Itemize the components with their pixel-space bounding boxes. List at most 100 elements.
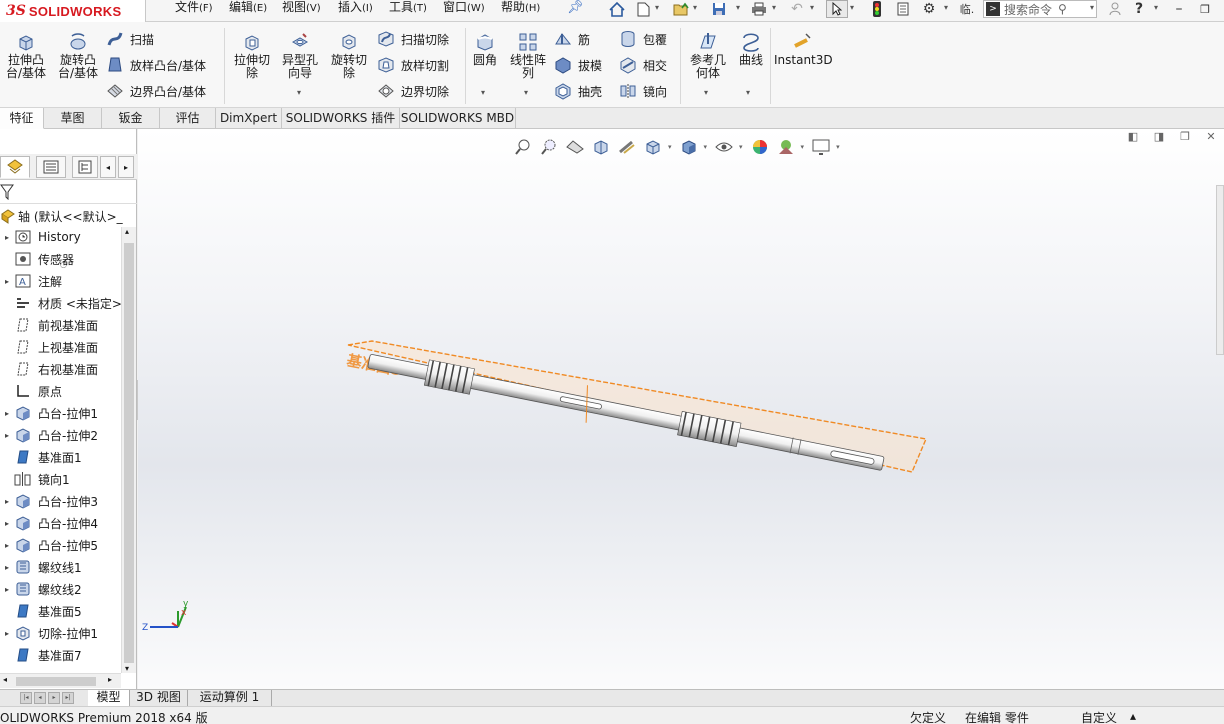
shell-button[interactable]: 抽壳 <box>554 80 602 102</box>
tab-model[interactable]: 模型 <box>88 690 130 706</box>
shaft-model[interactable] <box>365 342 886 481</box>
expand-arrow-icon[interactable]: ▸ <box>0 519 14 528</box>
draft-button[interactable]: 拔模 <box>554 54 602 76</box>
tree-root-part[interactable]: 轴 (默认<<默认>_ <box>0 206 137 226</box>
tree-item[interactable]: ▸ 螺纹线2 <box>0 579 122 599</box>
tab-evaluate[interactable]: 评估 <box>160 108 216 129</box>
tree-item[interactable]: ▸ History <box>0 227 122 247</box>
select-arrow-icon[interactable] <box>826 0 848 18</box>
wrap-button[interactable]: 包覆 <box>619 28 667 50</box>
search-dropdown-icon[interactable]: ▾ <box>1090 3 1094 12</box>
expand-arrow-icon[interactable]: ▸ <box>0 585 14 594</box>
pin-menu-icon[interactable]: 📌︎ <box>567 0 584 15</box>
file-properties-icon[interactable] <box>892 0 914 18</box>
prev-tab-icon[interactable]: ◂ <box>34 692 46 704</box>
tree-item[interactable]: 原点 <box>0 381 122 401</box>
revolve-boss-button[interactable]: 旋转凸 台/基体 <box>56 32 100 80</box>
open-dropdown-icon[interactable]: ▾ <box>693 3 697 12</box>
tree-item[interactable]: ▸ 凸台-拉伸4 <box>0 513 122 533</box>
tree-item[interactable]: 右视基准面 <box>0 359 122 379</box>
menu-window[interactable]: 窗口(W) <box>443 0 485 20</box>
tab-sheet-metal[interactable]: 钣金 <box>102 108 160 129</box>
units-dropdown-icon[interactable]: ▴ <box>1130 709 1136 723</box>
rebuild-traffic-light-icon[interactable] <box>866 0 888 18</box>
tree-item[interactable]: ▸ 凸台-拉伸1 <box>0 403 122 423</box>
last-tab-icon[interactable]: ▸| <box>62 692 74 704</box>
expand-arrow-icon[interactable]: ▸ <box>0 497 14 506</box>
loft-boss-button[interactable]: 放样凸台/基体 <box>106 54 206 76</box>
tab-3d-views[interactable]: 3D 视图 <box>130 690 188 706</box>
ref-geometry-dropdown-icon[interactable]: ▾ <box>704 88 708 97</box>
boundary-cut-button[interactable]: 边界切除 <box>377 80 449 102</box>
tab-features[interactable]: 特征 <box>0 108 44 129</box>
expand-arrow-icon[interactable]: ▸ <box>0 563 14 572</box>
tab-dimxpert[interactable]: DimXpert <box>216 108 282 129</box>
tree-item[interactable]: ▸ 切除-拉伸1 <box>0 623 122 643</box>
tree-item[interactable]: 基准面1 <box>0 447 122 467</box>
status-units[interactable]: 自定义 <box>1081 709 1117 724</box>
propertymanager-tab[interactable] <box>36 156 66 178</box>
pattern-dropdown-icon[interactable]: ▾ <box>524 88 528 97</box>
expand-arrow-icon[interactable]: ▸ <box>0 431 14 440</box>
intersect-button[interactable]: 相交 <box>619 54 667 76</box>
menu-tools[interactable]: 工具(T) <box>389 0 427 20</box>
tree-filter[interactable] <box>0 180 137 204</box>
fillet-button[interactable]: 圆角 <box>468 32 502 67</box>
extrude-cut-button[interactable]: 拉伸切 除 <box>230 32 274 80</box>
help-dropdown-icon[interactable]: ▾ <box>1154 3 1158 12</box>
swept-cut-button[interactable]: 扫描切除 <box>377 28 449 50</box>
options-dropdown-icon[interactable]: ▾ <box>944 3 948 12</box>
undo-icon[interactable]: ↶ <box>786 0 808 18</box>
open-document-icon[interactable] <box>670 0 692 18</box>
next-tab-icon[interactable]: ▸ <box>48 692 60 704</box>
linear-pattern-button[interactable]: 线性阵 列 <box>506 32 550 80</box>
tree-item[interactable]: ▸ 凸台-拉伸2 <box>0 425 122 445</box>
extrude-boss-button[interactable]: 拉伸凸 台/基体 <box>4 32 48 80</box>
first-tab-icon[interactable]: |◂ <box>20 692 32 704</box>
home-icon[interactable] <box>606 0 628 18</box>
tab-solidworks-addins[interactable]: SOLIDWORKS 插件 <box>282 108 400 129</box>
scroll-down-icon[interactable]: ▾ <box>125 664 129 673</box>
tree-item[interactable]: ▸ 凸台-拉伸5 <box>0 535 122 555</box>
tree-item[interactable]: 材质 <未指定> <box>0 293 122 313</box>
scroll-right-icon[interactable]: ▸ <box>108 675 112 684</box>
options-gear-icon[interactable]: ⚙ <box>918 0 940 18</box>
new-dropdown-icon[interactable]: ▾ <box>655 3 659 12</box>
user-icon[interactable] <box>1104 0 1126 18</box>
tab-sketch[interactable]: 草图 <box>44 108 102 129</box>
instant3d-button[interactable]: Instant3D <box>774 32 833 67</box>
curves-button[interactable]: 曲线 <box>736 32 766 67</box>
undo-dropdown-icon[interactable]: ▾ <box>810 3 814 12</box>
scroll-thumb[interactable] <box>124 243 134 663</box>
options-label[interactable]: 临. <box>955 0 979 18</box>
search-icon[interactable]: ⚲ <box>1058 2 1067 16</box>
tree-item[interactable]: 基准面5 <box>0 601 122 621</box>
tree-item[interactable]: 前视基准面 <box>0 315 122 335</box>
scroll-up-icon[interactable]: ▴ <box>125 227 129 236</box>
menu-help[interactable]: 帮助(H) <box>501 0 540 20</box>
menu-edit[interactable]: 编辑(E) <box>229 0 267 20</box>
tree-item[interactable]: ▸ A 注解 <box>0 271 122 291</box>
new-document-icon[interactable] <box>632 0 654 18</box>
sweep-button[interactable]: 扫描 <box>106 28 154 50</box>
scroll-left-icon[interactable]: ◂ <box>3 675 7 684</box>
help-question-icon[interactable]: ? <box>1128 0 1150 18</box>
menu-file[interactable]: 文件(F) <box>175 0 213 20</box>
lofted-cut-button[interactable]: 放样切割 <box>377 54 449 76</box>
revolve-cut-button[interactable]: 旋转切 除 <box>327 32 371 80</box>
rib-button[interactable]: 筋 <box>554 28 590 50</box>
configurationmanager-tab[interactable] <box>72 156 98 178</box>
tree-item[interactable]: 镜向1 <box>0 469 122 489</box>
tabs-scroll-right-icon[interactable]: ▸ <box>118 156 134 178</box>
expand-arrow-icon[interactable]: ▸ <box>0 409 14 418</box>
tab-solidworks-mbd[interactable]: SOLIDWORKS MBD <box>400 108 516 129</box>
solidworks-logo[interactable]: 3S SOLIDWORKS <box>0 0 146 22</box>
expand-arrow-icon[interactable]: ▸ <box>0 277 14 286</box>
tree-item[interactable]: 上视基准面 <box>0 337 122 357</box>
menu-insert[interactable]: 插入(I) <box>338 0 373 20</box>
model-canvas[interactable]: 基准面5 x y Z <box>138 129 1224 689</box>
tree-horizontal-scrollbar[interactable]: ◂ ▸ <box>0 673 121 688</box>
reference-geometry-button[interactable]: 参考几 何体 <box>686 32 730 80</box>
expand-arrow-icon[interactable]: ▸ <box>0 233 14 242</box>
curves-dropdown-icon[interactable]: ▾ <box>746 88 750 97</box>
